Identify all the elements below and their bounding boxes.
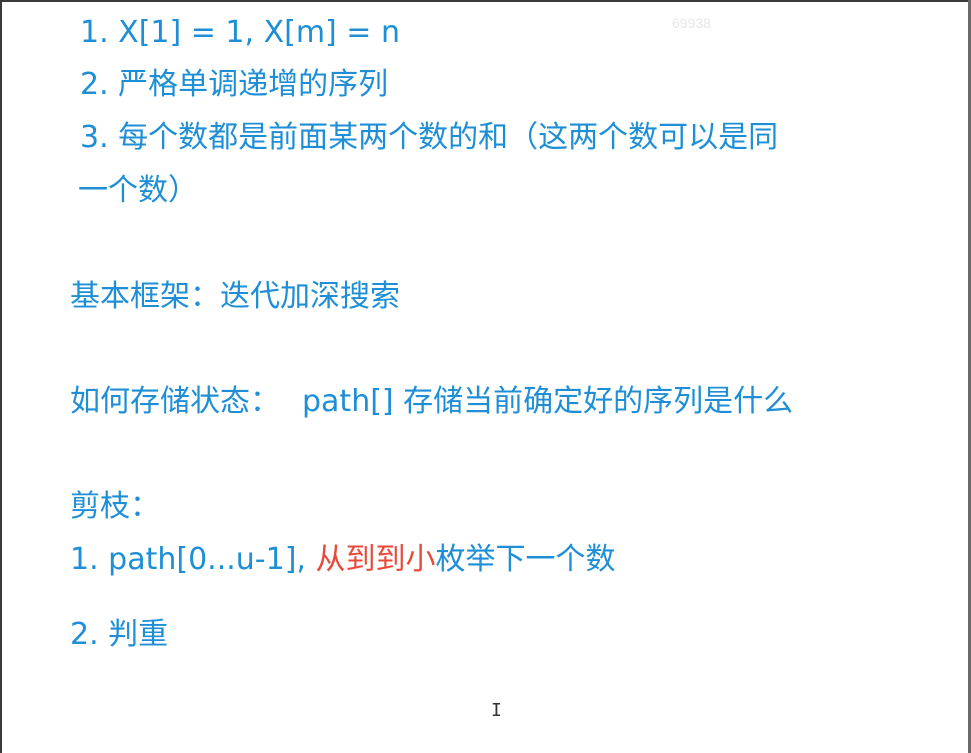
condition-1: 1. X[1] = 1, X[m] = n — [80, 15, 400, 50]
condition-3-line2: 一个数） — [78, 173, 198, 208]
pruning-item-1: 1. path[0...u-1], 从到到小枚举下一个数 — [70, 545, 615, 575]
pruning-item-1-prefix: 1. path[0...u-1], — [70, 542, 316, 577]
state-label: 如何存储状态： — [70, 384, 280, 419]
watermark: 69938 — [672, 15, 711, 31]
pruning-item-1-highlight: 从到到小 — [315, 542, 436, 577]
pruning-title: 剪枝： — [70, 489, 160, 524]
condition-3-line1: 3. 每个数都是前面某两个数的和（这两个数可以是同 — [80, 120, 779, 155]
state-line: 如何存储状态： path[] 存储当前确定好的序列是什么 — [70, 387, 793, 417]
pruning-item-2: 2. 判重 — [70, 617, 169, 652]
condition-2: 2. 严格单调递增的序列 — [80, 67, 389, 102]
pruning-item-1-suffix: 枚举下一个数 — [435, 542, 616, 577]
framework-text: 基本框架：迭代加深搜索 — [70, 279, 400, 314]
slide-canvas: 69938 1. X[1] = 1, X[m] = n 2. 严格单调递增的序列… — [0, 0, 971, 753]
state-text: path[] 存储当前确定好的序列是什么 — [302, 384, 794, 419]
text-cursor-icon: I — [491, 700, 502, 721]
